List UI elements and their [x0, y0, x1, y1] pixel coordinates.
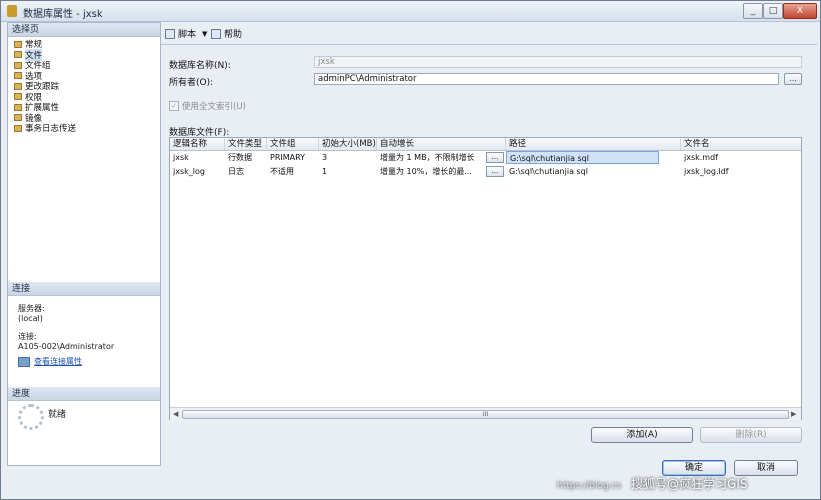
- remove-button[interactable]: 删除(R): [700, 427, 802, 443]
- cell-autogrowth: 增量为 1 MB，不限制增长: [380, 153, 475, 162]
- horizontal-scrollbar[interactable]: ◀ III ▶: [170, 407, 801, 420]
- cell-initial-size[interactable]: 3: [319, 151, 377, 164]
- cell-filegroup: 不适用: [270, 167, 294, 176]
- owner-field[interactable]: adminPC\Administrator: [314, 73, 779, 85]
- page-item-change-tracking[interactable]: 更改跟踪: [14, 81, 76, 92]
- connection-info: 服务器: (local) 连接: A105-002\Administrator: [18, 304, 114, 352]
- chevron-down-icon[interactable]: ▼: [202, 30, 207, 38]
- scroll-right-icon[interactable]: ▶: [791, 410, 796, 418]
- dbname-label: 数据库名称(N):: [169, 61, 231, 71]
- col-path[interactable]: 路径: [506, 138, 681, 150]
- scrollbar-grip: III: [482, 411, 489, 418]
- col-logical-name[interactable]: 逻辑名称: [170, 138, 225, 150]
- page-item-general[interactable]: 常规: [14, 39, 76, 50]
- scrollbar-thumb[interactable]: III: [182, 410, 789, 419]
- page-icon: [14, 93, 22, 101]
- page-item-filegroups[interactable]: 文件组: [14, 60, 76, 71]
- progress-spinner-icon: [18, 404, 44, 430]
- watermark: https://blog.cs 搜狐号@疯狂学习GIS: [557, 475, 748, 492]
- view-connection-properties-link[interactable]: 查看连接属性: [18, 356, 82, 367]
- cell-filename[interactable]: jxsk_log.ldf: [681, 165, 801, 178]
- page-icon: [14, 72, 22, 80]
- cell-logical-name[interactable]: jxsk: [170, 151, 225, 164]
- checkbox-icon: ✓: [169, 101, 179, 111]
- toolbar: 脚本 ▼ 帮助: [161, 22, 817, 45]
- minimize-button[interactable]: _: [743, 3, 763, 19]
- page-list: 常规 文件 文件组 选项 更改跟踪 权限 扩展属性 镜像 事务日志传送: [14, 39, 76, 134]
- page-icon: [14, 114, 22, 122]
- scroll-left-icon[interactable]: ◀: [173, 410, 178, 418]
- database-icon: [7, 5, 17, 17]
- server-value: (local): [18, 314, 43, 323]
- grid-header: 逻辑名称 文件类型 文件组 初始大小(MB) 自动增长 路径 文件名: [170, 138, 801, 151]
- page-icon: [14, 124, 22, 132]
- cell-filegroup: PRIMARY: [270, 153, 306, 162]
- page-icon: [14, 82, 22, 90]
- col-filename[interactable]: 文件名: [681, 138, 801, 150]
- owner-browse-button[interactable]: ...: [784, 73, 802, 85]
- page-icon: [14, 61, 22, 69]
- watermark-url: https://blog.cs: [557, 481, 622, 491]
- autogrowth-browse-button[interactable]: ...: [486, 152, 504, 163]
- cell-file-type: 行数据: [228, 153, 252, 162]
- connection-value: A105-002\Administrator: [18, 342, 115, 351]
- database-files-grid: 逻辑名称 文件类型 文件组 初始大小(MB) 自动增长 路径 文件名 jxsk …: [169, 137, 802, 420]
- window-title: 数据库属性 - jxsk: [23, 9, 103, 20]
- cell-filename[interactable]: jxsk.mdf: [681, 151, 801, 164]
- cell-autogrowth: 增量为 10%，增长的最...: [380, 167, 472, 176]
- cell-file-type: 日志: [228, 167, 244, 176]
- title-bar: 数据库属性 - jxsk _ □ X: [1, 1, 820, 22]
- autogrowth-browse-button[interactable]: ...: [486, 166, 504, 177]
- page-icon: [14, 51, 22, 59]
- page-icon: [14, 40, 22, 48]
- cancel-button[interactable]: 取消: [734, 460, 798, 476]
- cell-path[interactable]: G:\sql\chutianjia sql: [506, 151, 659, 164]
- cell-path[interactable]: G:\sql\chutianjia sql: [506, 165, 659, 178]
- connection-label: 连接:: [18, 332, 37, 341]
- close-button[interactable]: X: [783, 3, 817, 19]
- connection-properties-icon: [18, 356, 30, 367]
- col-autogrowth[interactable]: 自动增长: [377, 138, 506, 150]
- page-icon: [14, 103, 22, 111]
- owner-label: 所有者(O):: [169, 78, 214, 88]
- col-filegroup[interactable]: 文件组: [267, 138, 319, 150]
- help-icon: [211, 28, 221, 39]
- status-text: 就绪: [48, 410, 67, 420]
- page-item-log-shipping[interactable]: 事务日志传送: [14, 123, 76, 134]
- server-label: 服务器:: [18, 304, 45, 313]
- script-icon: [165, 28, 175, 39]
- watermark-brand: 搜狐号@疯狂学习GIS: [631, 477, 748, 491]
- cell-initial-size[interactable]: 1: [319, 165, 377, 178]
- fulltext-checkbox[interactable]: ✓ 使用全文索引(U): [169, 100, 246, 112]
- left-pane: 选择页 常规 文件 文件组 选项 更改跟踪 权限 扩展属性 镜像 事务日志传送 …: [7, 22, 161, 466]
- ok-button[interactable]: 确定: [662, 460, 726, 476]
- database-properties-dialog: 数据库属性 - jxsk _ □ X 选择页 常规 文件 文件组 选项 更改跟踪…: [0, 0, 821, 500]
- pages-header: 选择页: [8, 23, 160, 37]
- connection-header: 连接: [8, 282, 160, 296]
- script-button[interactable]: 脚本 ▼: [165, 27, 207, 40]
- table-row[interactable]: jxsk 行数据 PRIMARY 3 增量为 1 MB，不限制增长 ... G:…: [170, 151, 801, 164]
- dbname-field[interactable]: jxsk: [314, 56, 802, 68]
- cell-logical-name[interactable]: jxsk_log: [170, 165, 225, 178]
- col-file-type[interactable]: 文件类型: [225, 138, 267, 150]
- maximize-button[interactable]: □: [763, 3, 783, 19]
- progress-header: 进度: [8, 387, 160, 401]
- page-item-extended-properties[interactable]: 扩展属性: [14, 102, 76, 113]
- col-initial-size[interactable]: 初始大小(MB): [319, 138, 377, 150]
- help-button[interactable]: 帮助: [211, 27, 242, 40]
- table-row[interactable]: jxsk_log 日志 不适用 1 增量为 10%，增长的最... ... G:…: [170, 165, 801, 178]
- add-button[interactable]: 添加(A): [591, 427, 693, 443]
